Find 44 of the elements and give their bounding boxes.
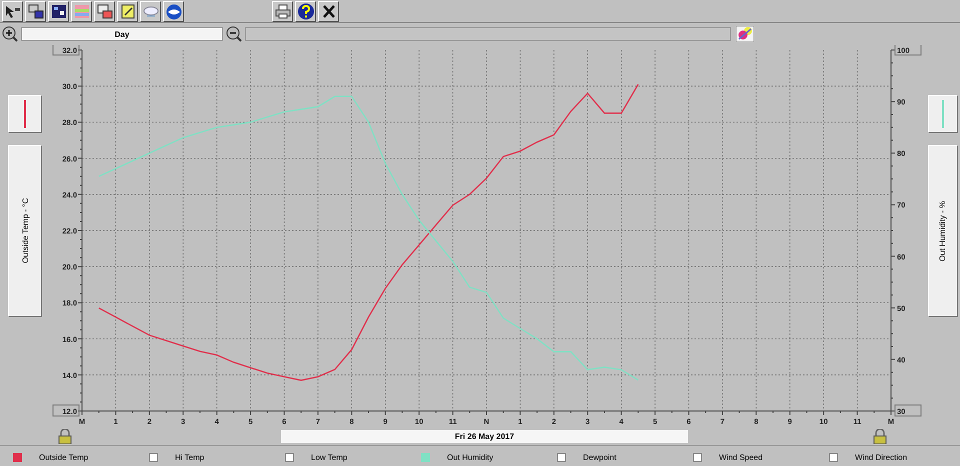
axis-label-button[interactable]: Outside Temp - °C — [8, 145, 42, 317]
series-checkbox[interactable] — [149, 452, 158, 462]
padlock-icon[interactable] — [58, 429, 72, 444]
help-button[interactable] — [295, 0, 316, 22]
toolbar-button[interactable] — [163, 0, 184, 22]
toolbar-button[interactable] — [94, 0, 115, 22]
line-color-button[interactable] — [928, 95, 958, 133]
emblem-icon — [164, 2, 182, 20]
series-label: Outside Temp — [39, 452, 88, 462]
line-color-button[interactable] — [8, 95, 42, 133]
palette-icon[interactable] — [736, 26, 754, 42]
series-checkbox[interactable] — [13, 452, 22, 462]
series-label: Hi Temp — [175, 452, 204, 462]
range-field[interactable]: Day — [21, 27, 223, 41]
series-label: Dewpoint — [583, 452, 616, 462]
toolbar-button[interactable] — [140, 0, 161, 22]
zoom-in-button[interactable] — [2, 26, 18, 42]
series-checkbox[interactable] — [557, 452, 566, 462]
toolbar-button[interactable] — [71, 0, 92, 22]
series-checkbox[interactable] — [693, 452, 702, 462]
rainbow-icon — [72, 2, 90, 20]
axis-label-button[interactable]: Out Humidity - % — [928, 145, 958, 317]
series-label: Wind Speed — [719, 452, 763, 462]
series-checkbox[interactable] — [285, 452, 294, 462]
toolbar-button[interactable] — [117, 0, 138, 22]
grid-icon — [50, 2, 68, 20]
zoom-out-icon — [226, 26, 242, 42]
series-label: Out Humidity — [447, 452, 494, 462]
help-icon — [296, 2, 314, 20]
print-button[interactable] — [272, 0, 293, 22]
toolbar-button[interactable] — [2, 0, 23, 22]
printer-icon — [274, 2, 292, 20]
toolbar-button[interactable] — [25, 0, 46, 22]
padlock-icon[interactable] — [873, 429, 887, 444]
zoom-out-button[interactable] — [226, 26, 242, 42]
notepad-icon — [118, 2, 136, 20]
series-checkbox[interactable] — [829, 452, 838, 462]
date-label: Fri 26 May 2017 — [281, 430, 688, 443]
toolbar-button[interactable] — [48, 0, 69, 22]
input-field[interactable] — [245, 27, 731, 41]
close-button[interactable] — [318, 0, 339, 22]
windows-icon — [96, 2, 114, 20]
series-label: Wind Direction — [855, 452, 908, 462]
series-label: Low Temp — [311, 452, 348, 462]
